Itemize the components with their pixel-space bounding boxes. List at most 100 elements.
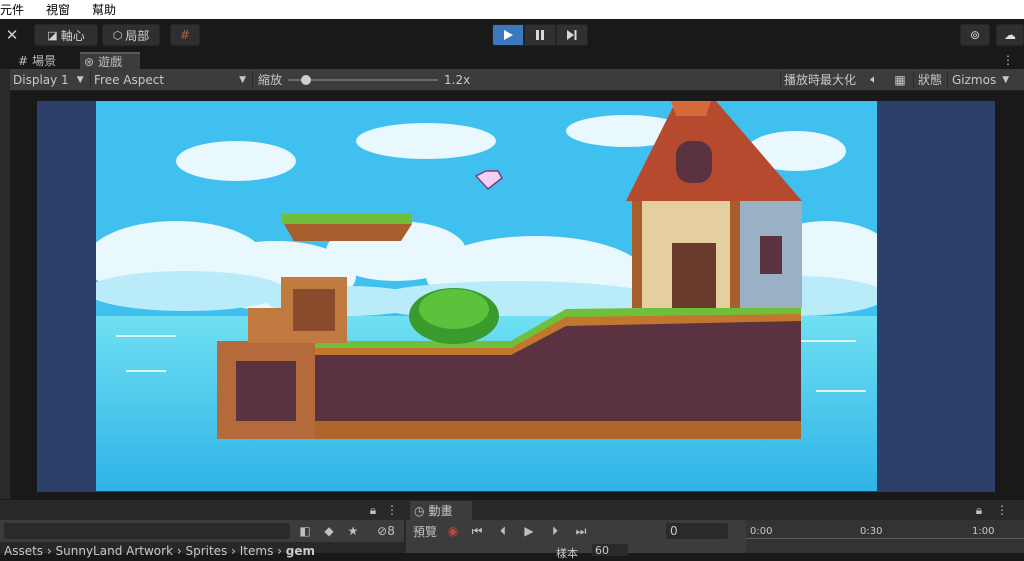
tab-menu-button[interactable]: ⋮ [1002, 51, 1014, 69]
filter-type-button[interactable]: ◧ [296, 522, 314, 540]
breadcrumb-item[interactable]: Sprites [185, 544, 227, 558]
scale-label: 縮放 [258, 73, 283, 87]
more-vertical-icon: ⋮ [996, 503, 1008, 517]
snap-button[interactable]: # [170, 24, 200, 46]
display-label: Display 1 [13, 72, 69, 87]
maximize-on-play-toggle[interactable]: 播放時最大化 [784, 69, 856, 90]
pause-button[interactable] [524, 24, 556, 46]
panel-menu-button[interactable]: ⋮ [386, 500, 398, 520]
samples-field[interactable]: 60 [592, 544, 628, 557]
game-render [96, 101, 877, 491]
anim-play-button[interactable]: ▶ [520, 522, 538, 540]
clock-icon: ◷ [414, 503, 425, 518]
hidden-count: 8 [387, 524, 395, 538]
menu-item-window[interactable]: 視窗 [46, 1, 76, 18]
gizmos-label: Gizmos [952, 72, 997, 87]
scale-value: 1.2x [444, 72, 471, 87]
keyboard-icon: ▦ [894, 72, 906, 87]
cube-icon: ◧ [299, 524, 311, 538]
timeline-ruler[interactable]: 0:00 0:30 1:00 [746, 520, 1024, 553]
pivot-button[interactable]: ◪ 軸心 [34, 24, 98, 46]
breadcrumb-item[interactable]: gem [286, 544, 315, 558]
main-toolbar: ✕ ◪ 軸心 ⬡ 局部 # ⊚ ☁ [0, 20, 1024, 50]
step-icon [567, 30, 577, 40]
more-vertical-icon: ⋮ [386, 503, 398, 517]
more-vertical-icon: ⋮ [1002, 53, 1014, 67]
lock-button[interactable]: 🔒︎ [972, 500, 986, 520]
animation-toolbar: 預覽 ◉ ⏮︎ ⏴︎ ▶ ⏵︎ ⏭︎ 0 樣本 60 0:00 0:30 1:0… [406, 520, 1024, 560]
gizmos-dropdown[interactable]: Gizmos ▼ [952, 69, 1009, 90]
gamepad-icon: ⊛ [84, 54, 95, 69]
animation-panel: ◷ 動畫 🔒︎ ⋮ 預覽 ◉ ⏮︎ ⏴︎ ▶ ⏵︎ ⏭︎ 0 樣本 60 0:0… [406, 500, 1024, 560]
project-panel: 🔒︎ ⋮ ◧ ◆ ★ ⊘ 8 Assets › SunnyLand Artwor… [0, 500, 404, 558]
hidden-packages-button[interactable]: ⊘ 8 [372, 522, 400, 540]
record-button[interactable]: ◉ [444, 522, 462, 540]
play-button[interactable] [492, 24, 524, 46]
tab-scene[interactable]: # 場景 [14, 52, 80, 69]
aspect-dropdown[interactable]: Free Aspect ▼ [94, 69, 246, 90]
tab-game[interactable]: ⊛ 遊戲 [80, 52, 140, 69]
game-scene [96, 101, 877, 491]
mute-button[interactable]: 🔈︎ [866, 69, 882, 90]
scale-slider-thumb[interactable] [301, 75, 311, 85]
breadcrumb-item[interactable]: Items [240, 544, 274, 558]
grid-icon: # [18, 53, 29, 68]
breadcrumb-item[interactable]: Assets [4, 544, 43, 558]
timeline-mark: 0:00 [750, 526, 773, 537]
lock-button[interactable]: 🔒︎ [366, 500, 380, 520]
chevron-down-icon: ▼ [1002, 74, 1010, 85]
menu-item-component[interactable]: 元件 [0, 1, 30, 18]
local-button[interactable]: ⬡ 局部 [102, 24, 160, 46]
grid-snap-icon: # [179, 28, 191, 42]
step-button[interactable] [556, 24, 588, 46]
pause-icon [536, 30, 544, 40]
play-icon: ▶ [524, 524, 534, 538]
local-icon: ⬡ [112, 28, 123, 42]
preview-toggle[interactable]: 預覽 [410, 522, 440, 540]
tools-button[interactable]: ✕ [0, 24, 24, 46]
samples-label: 樣本 [556, 547, 578, 560]
step-back-icon: ⏴︎ [499, 523, 506, 538]
timeline-mark: 0:30 [860, 526, 883, 537]
skip-end-icon: ⏭︎ [575, 523, 587, 538]
tab-scene-label: 場景 [32, 54, 57, 68]
favorite-button[interactable]: ★ [344, 522, 362, 540]
menu-bar: 元件 視窗 幫助 [0, 0, 1024, 19]
cloud-button[interactable]: ☁ [996, 24, 1024, 46]
keyboard-button[interactable]: ▦ [890, 69, 910, 90]
step-forward-icon: ⏵︎ [551, 523, 558, 538]
timeline-mark: 1:00 [972, 526, 995, 537]
panel-menu-button[interactable]: ⋮ [996, 500, 1008, 520]
aspect-label: Free Aspect [94, 72, 165, 87]
filter-label-button[interactable]: ◆ [320, 522, 338, 540]
breadcrumb-item[interactable]: SunnyLand Artwork [56, 544, 174, 558]
pivot-label: 軸心 [60, 28, 85, 43]
collab-button[interactable]: ⊚ [960, 24, 990, 46]
tab-animation[interactable]: ◷ 動畫 [410, 501, 472, 520]
bottom-panels: 🔒︎ ⋮ ◧ ◆ ★ ⊘ 8 Assets › SunnyLand Artwor… [0, 500, 1024, 560]
star-icon: ★ [347, 524, 359, 538]
tab-animation-label: 動畫 [428, 504, 453, 518]
chevron-down-icon: ▼ [76, 74, 84, 85]
skip-start-icon: ⏮︎ [471, 523, 483, 538]
collab-icon: ⊚ [969, 28, 981, 42]
first-key-button[interactable]: ⏮︎ [468, 522, 486, 540]
tab-game-label: 遊戲 [98, 55, 123, 69]
chevron-down-icon: ▼ [239, 74, 246, 85]
game-toolbar: Display 1 ▼ Free Aspect ▼ 縮放 1.2x 播放時最大化… [10, 69, 1024, 91]
prev-key-button[interactable]: ⏴︎ [494, 522, 512, 540]
display-dropdown[interactable]: Display 1 ▼ [13, 69, 89, 90]
breadcrumb: Assets › SunnyLand Artwork › Sprites › I… [4, 544, 316, 558]
project-search-input[interactable] [4, 523, 290, 539]
menu-item-help[interactable]: 幫助 [92, 1, 122, 18]
next-key-button[interactable]: ⏵︎ [546, 522, 564, 540]
lock-icon: 🔒︎ [975, 502, 983, 517]
tools-icon: ✕ [5, 26, 19, 44]
stats-toggle[interactable]: 狀態 [918, 69, 942, 90]
left-panel-edge [0, 69, 11, 499]
eye-slash-icon: ⊘ [377, 524, 388, 538]
record-icon: ◉ [447, 524, 459, 538]
tag-icon: ◆ [324, 524, 334, 538]
frame-field[interactable]: 0 [666, 523, 728, 539]
last-key-button[interactable]: ⏭︎ [572, 522, 590, 540]
